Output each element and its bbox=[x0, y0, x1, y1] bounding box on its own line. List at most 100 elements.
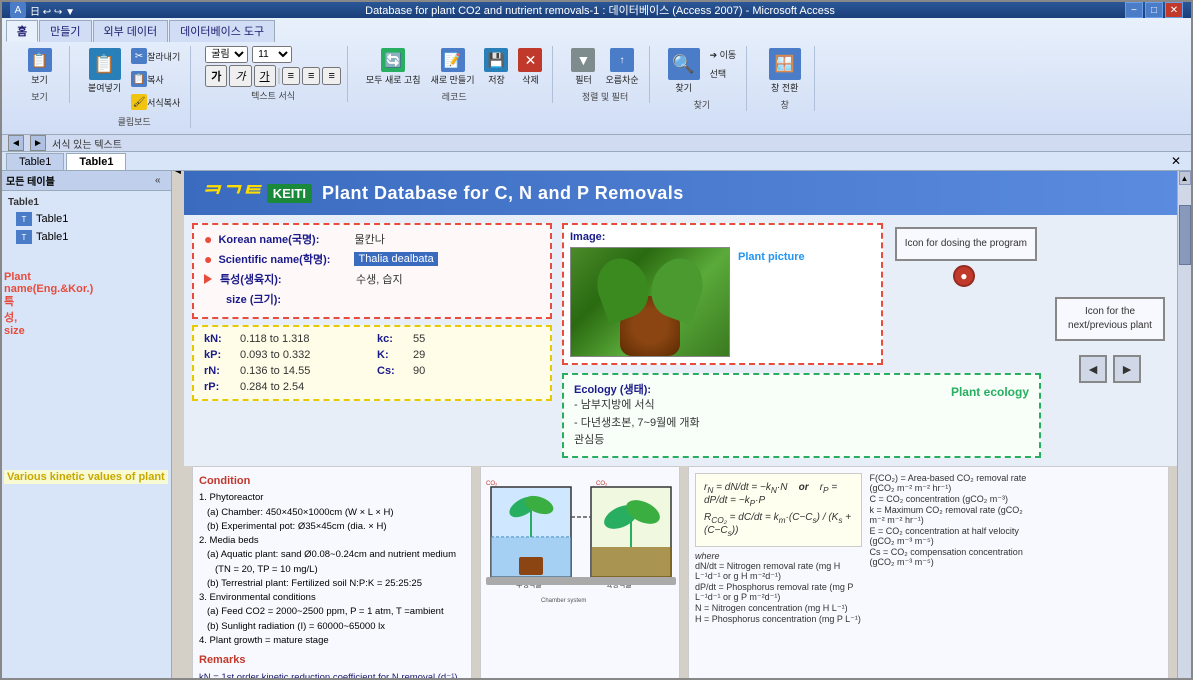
sidebar-item-table1-second[interactable]: T Table1 bbox=[8, 228, 165, 246]
K-row: K: 29 bbox=[377, 349, 540, 361]
ribbon-content: 📋 보기 보기 📋 붙여넣기 ✂ 잘라내기 bbox=[6, 44, 1187, 130]
rN-value: 0.136 to 14.55 bbox=[240, 365, 310, 377]
plant-ecology-label: Plant ecology bbox=[951, 385, 1029, 399]
filter-button[interactable]: ▼ 필터 bbox=[567, 46, 599, 88]
where-def-1: dN/dt = Nitrogen removal rate (mg H L⁻¹d… bbox=[695, 561, 862, 582]
ribbon-group-font: 굴림 11 가 가 가 ≡ ≡ ≡ 텍스트 서식 bbox=[199, 46, 348, 102]
ecology-text-2: - 다년생초본, 7~9월에 개화 bbox=[574, 415, 943, 433]
table-icon-1: T bbox=[16, 212, 32, 226]
image-container: Plant picture bbox=[570, 247, 875, 357]
format-copy-button[interactable]: 🖌 서식복사 bbox=[127, 92, 184, 113]
nav-pane: 모든 테이블 « Table1 T Table1 T Table1 bbox=[2, 171, 172, 680]
refresh-button[interactable]: 🔄 모두 새로 고침 bbox=[362, 46, 425, 88]
maximize-button[interactable]: □ bbox=[1145, 2, 1163, 18]
where-label: where dN/dt = Nitrogen removal rate (mg … bbox=[695, 551, 862, 625]
size-label: size (크기): bbox=[226, 291, 356, 307]
where-def-r1: F(CO₂) = Area-based CO₂ removal rate (gC… bbox=[870, 473, 1037, 494]
condition-item-2a-detail: (TN = 20, TP = 10 mg/L) bbox=[199, 563, 465, 577]
cut-button[interactable]: ✂ 잘라내기 bbox=[127, 46, 184, 67]
photo-right-panel: Plant picture bbox=[738, 247, 805, 263]
right-nav-area: Icon for the next/previous plant ◄ ► bbox=[1051, 223, 1169, 458]
plant-info-box: ● Korean name(국명): 물칸나 ● Scientific name… bbox=[192, 223, 552, 319]
switch-label: 창 전환 bbox=[771, 81, 798, 94]
find-button[interactable]: 🔍 찾기 bbox=[664, 46, 704, 96]
window-close-button[interactable]: ✕ bbox=[1165, 2, 1183, 18]
logo-klu: ᄏᄀᄐ bbox=[200, 177, 261, 209]
underline-button[interactable]: 가 bbox=[254, 65, 276, 87]
habitat-triangle bbox=[204, 274, 212, 284]
diagram-svg: CO₂ CO₂ 수생식물 육상식물 Chamber system bbox=[481, 467, 680, 627]
remarks-title: Remarks bbox=[199, 652, 465, 669]
rP-row: rP: 0.284 to 2.54 bbox=[204, 381, 367, 393]
next-prev-annotation-text: Icon for the next/previous plant bbox=[1068, 306, 1152, 331]
ribbon-tab-external[interactable]: 외부 데이터 bbox=[93, 20, 169, 42]
delete-button[interactable]: ✕ 삭제 bbox=[514, 46, 546, 88]
sidebar-item-table1-first[interactable]: T Table1 bbox=[8, 210, 165, 228]
prev-plant-button[interactable]: ◄ bbox=[1079, 355, 1107, 383]
align-right-button[interactable]: ≡ bbox=[322, 67, 340, 85]
app-icon: A bbox=[10, 2, 26, 18]
sort-asc-button[interactable]: ↑ 오름차순 bbox=[601, 46, 642, 88]
bold-button[interactable]: 가 bbox=[205, 65, 227, 87]
equations-box: rN = dN/dt = −kN·N or rP = dP/dt = −kP·P… bbox=[688, 466, 1169, 680]
where-def-r5: Cs = CO₂ compensation concentration (gCO… bbox=[870, 547, 1037, 568]
divider bbox=[278, 68, 280, 84]
form-container: ◄ ᄏᄀᄐ KEITI Plant Database for C, N and … bbox=[172, 171, 1191, 680]
kc-label: kc: bbox=[377, 333, 407, 345]
new-record-button[interactable]: 📝 새로 만들기 bbox=[427, 46, 479, 88]
tab-close-button[interactable]: ✕ bbox=[1165, 152, 1187, 170]
select-button[interactable]: 선택 bbox=[706, 65, 741, 82]
forward-button[interactable]: ► bbox=[30, 135, 46, 151]
italic-button[interactable]: 가 bbox=[229, 65, 251, 87]
find-next-button[interactable]: ➔ 이동 bbox=[706, 46, 741, 63]
condition-item-1: 1. Phytoreactor bbox=[199, 491, 465, 505]
conditions-box: Condition 1. Phytoreactor (a) Chamber: 4… bbox=[192, 466, 472, 680]
close-icon-area: Icon for dosing the program ● bbox=[891, 223, 1041, 291]
minimize-button[interactable]: − bbox=[1125, 2, 1143, 18]
rN-row: rN: 0.136 to 14.55 bbox=[204, 365, 367, 377]
view-button[interactable]: 📋 보기 bbox=[24, 46, 56, 88]
rN-label: rN: bbox=[204, 365, 234, 377]
font-size-select[interactable]: 11 bbox=[252, 46, 292, 63]
align-center-button[interactable]: ≡ bbox=[302, 67, 320, 85]
copy-icon: 📋 bbox=[131, 71, 147, 87]
ribbon-group-clipboard: 📋 붙여넣기 ✂ 잘라내기 📋 복사 🖌 bbox=[78, 46, 191, 128]
tab-table1-first[interactable]: Table1 bbox=[6, 153, 64, 170]
format-copy-icon: 🖌 bbox=[131, 94, 147, 110]
next-prev-annotation-box: Icon for the next/previous plant bbox=[1055, 297, 1165, 341]
nav-plant-buttons: ◄ ► bbox=[1079, 355, 1141, 383]
Cs-value: 90 bbox=[413, 365, 425, 377]
diagram-box: CO₂ CO₂ 수생식물 육상식물 Chamber system bbox=[480, 466, 680, 680]
cut-icon: ✂ bbox=[131, 48, 147, 64]
copy-button[interactable]: 📋 복사 bbox=[127, 69, 184, 90]
collapse-icon: ◄ bbox=[173, 171, 183, 177]
eq2-display: RCO₂ = dC/dt = km·(C−Cs) / (Ks + (C−Cs)) bbox=[704, 512, 853, 538]
scrollbar-thumb[interactable] bbox=[1179, 205, 1191, 265]
next-plant-button[interactable]: ► bbox=[1113, 355, 1141, 383]
switch-window-button[interactable]: 🪟 창 전환 bbox=[765, 46, 805, 96]
paste-button[interactable]: 📋 붙여넣기 bbox=[84, 46, 125, 113]
back-button[interactable]: ◄ bbox=[8, 135, 24, 151]
right-fields: Image: bbox=[562, 223, 1041, 458]
copy-label: 복사 bbox=[147, 73, 164, 86]
ribbon-tab-home[interactable]: 홈 bbox=[6, 20, 38, 42]
K-value: 29 bbox=[413, 349, 425, 361]
form-inner: ◄ ᄏᄀᄐ KEITI Plant Database for C, N and … bbox=[172, 171, 1177, 680]
align-left-button[interactable]: ≡ bbox=[282, 67, 300, 85]
font-select[interactable]: 굴림 bbox=[205, 46, 248, 63]
sidebar-table2-label: Table1 bbox=[36, 231, 68, 243]
kP-value: 0.093 to 0.332 bbox=[240, 349, 310, 361]
nav-pane-collapse-button[interactable]: « bbox=[155, 175, 167, 187]
save-record-button[interactable]: 💾 저장 bbox=[480, 46, 512, 88]
tab-table1-active[interactable]: Table1 bbox=[66, 153, 126, 170]
close-program-button[interactable]: ● bbox=[953, 265, 975, 287]
find-icon: 🔍 bbox=[668, 48, 700, 80]
scroll-up-button[interactable]: ▲ bbox=[1179, 171, 1191, 185]
ribbon-tab-tools[interactable]: 데이터베이스 도구 bbox=[169, 20, 275, 42]
leaf-right bbox=[643, 251, 711, 324]
ribbon-tab-create[interactable]: 만들기 bbox=[39, 20, 91, 42]
paste-icon: 📋 bbox=[89, 48, 121, 80]
vertical-scrollbar[interactable]: ▲ ▼ bbox=[1177, 171, 1191, 680]
clipboard-buttons: 📋 붙여넣기 ✂ 잘라내기 📋 복사 🖌 bbox=[84, 46, 184, 113]
left-fields: ● Korean name(국명): 물칸나 ● Scientific name… bbox=[192, 223, 552, 458]
